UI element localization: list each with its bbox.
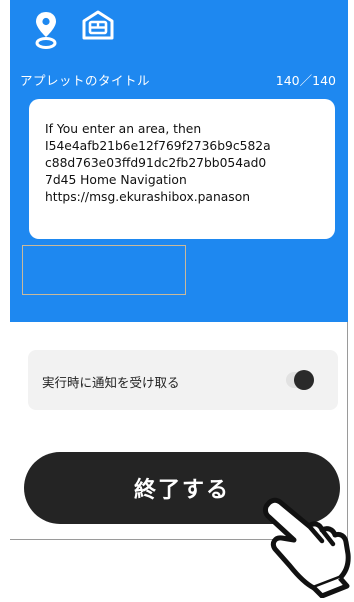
input-text-line: 7d45 Home Navigation <box>45 173 187 187</box>
applet-title-input[interactable]: If You enter an area, then I54e4afb21b6e… <box>29 99 335 239</box>
applet-title-label: アプレットのタイトル <box>20 73 151 88</box>
home-icon <box>82 10 114 44</box>
notification-setting-row: 実行時に通知を受け取る <box>28 350 338 410</box>
input-text-line: I54e4afb21b6e12f769f2736b9c582a <box>45 139 271 153</box>
toggle-knob <box>294 370 314 390</box>
pointing-hand-icon <box>254 494 354 602</box>
character-count: 140／140 <box>275 73 336 88</box>
notification-toggle[interactable] <box>286 370 314 390</box>
input-text-line: https://msg.ekurashibox.panason <box>45 190 251 204</box>
notification-label: 実行時に通知を受け取る <box>42 375 180 390</box>
input-text-line: If You enter an area, then <box>45 122 202 136</box>
empty-outlined-field[interactable] <box>22 245 186 295</box>
location-pin-icon <box>34 10 58 56</box>
input-text-line: c88d763e03ffd91dc2fb27bb054ad0 <box>45 156 267 170</box>
